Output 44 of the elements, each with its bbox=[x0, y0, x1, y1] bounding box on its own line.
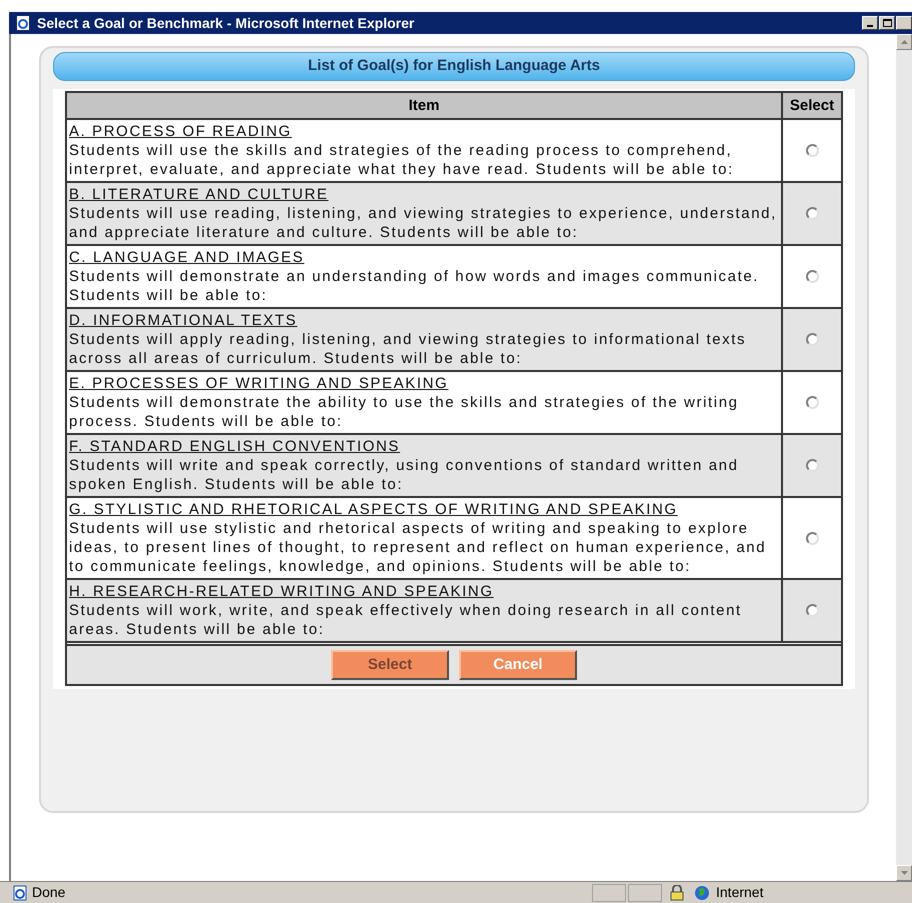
radio-button[interactable] bbox=[806, 604, 818, 617]
scroll-down-button[interactable] bbox=[896, 865, 912, 881]
lock-icon bbox=[670, 884, 684, 900]
down-arrow-icon bbox=[900, 871, 908, 875]
goal-title[interactable]: A. PROCESS OF READING bbox=[69, 122, 779, 141]
goal-description: Students will write and speak correctly, using conventions of standard written and spoken English. Students will be able to: bbox=[69, 456, 740, 494]
goal-description: Students will use the skills and strategies of the reading process to comprehend, interpret, evaluate, and appreciate what they have read. Students will be able to: bbox=[69, 141, 735, 179]
browser-icon bbox=[15, 15, 31, 31]
status-text: Done bbox=[32, 883, 66, 902]
page-icon bbox=[12, 884, 28, 900]
close-button[interactable] bbox=[896, 16, 912, 30]
goal-title[interactable]: G. STYLISTIC AND RHETORICAL ASPECTS OF WRITING AND SPEAKING bbox=[69, 500, 779, 519]
goal-title[interactable]: B. LITERATURE AND CULTURE bbox=[69, 185, 779, 204]
radio-button[interactable] bbox=[806, 207, 818, 220]
goal-description: Students will use reading, listening, and viewing strategies to experience, understand, and appreciate literature and culture. Students will be able to: bbox=[69, 204, 778, 242]
scrollbar[interactable] bbox=[896, 34, 912, 881]
radio-button[interactable] bbox=[806, 532, 818, 544]
radio-button[interactable] bbox=[806, 270, 818, 283]
radio-button[interactable] bbox=[806, 333, 818, 346]
goal-description: Students will work, write, and speak effectively when doing research in all content areas. Students will be able to: bbox=[69, 601, 743, 639]
maximize-button[interactable] bbox=[879, 16, 895, 30]
goal-title[interactable]: C. LANGUAGE AND IMAGES bbox=[69, 248, 779, 267]
minimize-button[interactable] bbox=[862, 16, 878, 30]
scroll-up-button[interactable] bbox=[896, 34, 912, 50]
status-pane bbox=[592, 884, 626, 902]
goal-description: Students will use stylistic and rhetorical aspects of writing and speaking to explore ideas, to present lines of thought, to represent and reflect on human experience, and to communicate feelings, knowledge, and opinions. Students will be able to: bbox=[69, 519, 768, 576]
panel-title: List of Goal(s) for English Language Arts bbox=[308, 56, 600, 76]
radio-button[interactable] bbox=[806, 459, 818, 472]
radio-button[interactable] bbox=[806, 144, 818, 157]
radio-button[interactable] bbox=[806, 396, 818, 409]
goal-title[interactable]: E. PROCESSES OF WRITING AND SPEAKING bbox=[69, 374, 779, 393]
goal-description: Students will demonstrate the ability to use the skills and strategies of the writing process. Students will be able to: bbox=[69, 393, 740, 431]
up-arrow-icon bbox=[900, 40, 908, 44]
zone-text: Internet bbox=[716, 883, 764, 902]
globe-icon bbox=[694, 884, 710, 900]
goal-title[interactable]: D. INFORMATIONAL TEXTS bbox=[69, 311, 779, 330]
goal-title[interactable]: H. RESEARCH-RELATED WRITING AND SPEAKING bbox=[69, 582, 779, 601]
goal-title[interactable]: F. STANDARD ENGLISH CONVENTIONS bbox=[69, 437, 779, 456]
goal-description: Students will apply reading, listening, and viewing strategies to informational texts across all areas of curriculum. Students will be able to: bbox=[69, 330, 748, 368]
status-pane bbox=[628, 884, 662, 902]
column-header: Item bbox=[67, 93, 781, 118]
window-title: Select a Goal or Benchmark - Microsoft Internet Explorer bbox=[37, 14, 416, 33]
goal-description: Students will demonstrate an understanding of how words and images communicate. Students will be able to: bbox=[69, 267, 760, 305]
column-header: Select bbox=[783, 93, 841, 118]
